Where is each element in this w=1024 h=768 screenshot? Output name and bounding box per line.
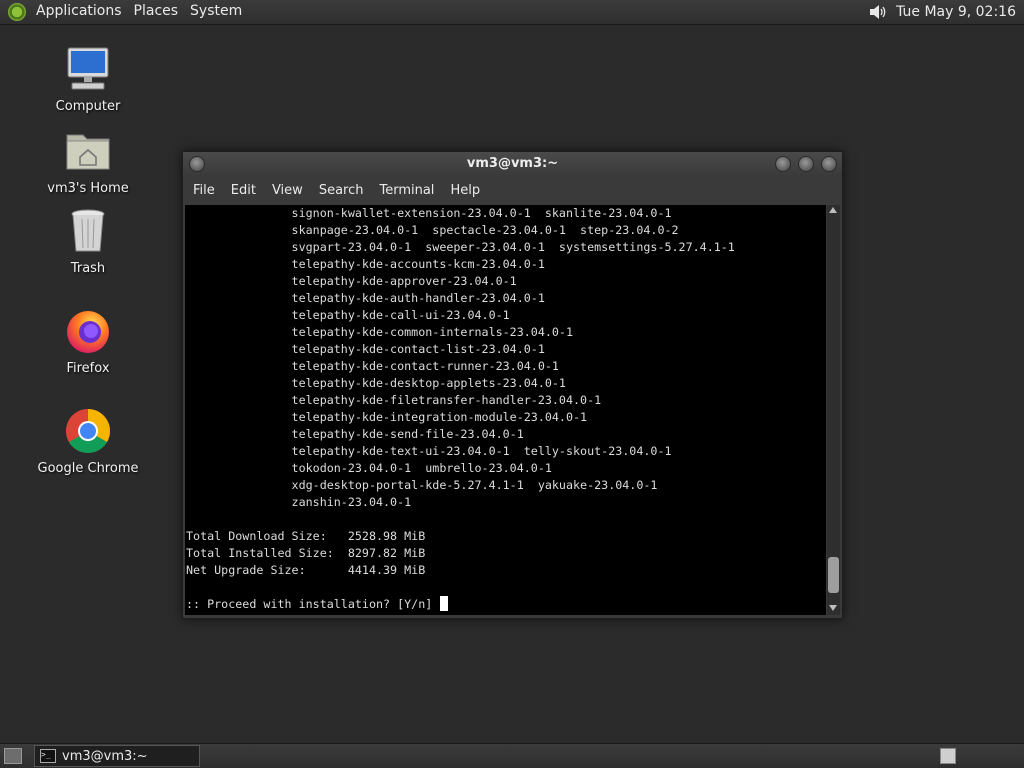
desktop-icon-home[interactable]: vm3's Home	[33, 127, 143, 196]
terminal-line: signon-kwallet-extension-23.04.0-1 skanl…	[186, 206, 672, 220]
menu-search[interactable]: Search	[313, 183, 374, 198]
firefox-icon	[67, 311, 109, 353]
terminal-line: Total Download Size: 2528.98 MiB	[186, 529, 426, 543]
desktop-icon-trash[interactable]: Trash	[33, 207, 143, 276]
menu-system[interactable]: System	[184, 0, 248, 24]
terminal-line: telepathy-kde-filetransfer-handler-23.04…	[186, 393, 602, 407]
terminal-line: xdg-desktop-portal-kde-5.27.4.1-1 yakuak…	[186, 478, 658, 492]
scrollbar-thumb[interactable]	[828, 557, 839, 593]
terminal-icon: >_	[40, 749, 56, 763]
terminal-line: Total Installed Size: 8297.82 MiB	[186, 546, 426, 560]
terminal-line: telepathy-kde-contact-list-23.04.0-1	[186, 342, 545, 356]
menu-places[interactable]: Places	[128, 0, 185, 24]
computer-icon	[67, 47, 109, 90]
home-folder-icon	[66, 134, 110, 170]
terminal-line: telepathy-kde-text-ui-23.04.0-1 telly-sk…	[186, 444, 672, 458]
mate-logo-icon[interactable]	[8, 3, 26, 21]
terminal-prompt: :: Proceed with installation? [Y/n]	[186, 597, 440, 611]
desktop-icon-label: vm3's Home	[47, 181, 129, 196]
terminal-line: zanshin-23.04.0-1	[186, 495, 412, 509]
window-titlebar[interactable]: vm3@vm3:~	[183, 152, 842, 176]
menu-view[interactable]: View	[266, 183, 313, 198]
terminal-prompt-line: :: Proceed with installation? [Y/n]	[186, 596, 735, 613]
taskbar-window-label: vm3@vm3:~	[62, 748, 148, 764]
terminal-line: Net Upgrade Size: 4414.39 MiB	[186, 563, 426, 577]
terminal-line: telepathy-kde-integration-module-23.04.0…	[186, 410, 588, 424]
scroll-up-arrow-icon[interactable]	[829, 207, 837, 213]
speaker-icon[interactable]	[868, 2, 888, 22]
menu-terminal[interactable]: Terminal	[373, 183, 444, 198]
terminal-line: skanpage-23.04.0-1 spectacle-23.04.0-1 s…	[186, 223, 679, 237]
terminal-line: telepathy-kde-contact-runner-23.04.0-1	[186, 359, 559, 373]
minimize-button[interactable]	[775, 156, 791, 172]
top-panel: Applications Places System Tue May 9, 02…	[0, 0, 1024, 25]
terminal-window[interactable]: vm3@vm3:~ File Edit View Search Terminal…	[182, 151, 843, 619]
menu-help[interactable]: Help	[444, 183, 490, 198]
terminal-line: telepathy-kde-call-ui-23.04.0-1	[186, 308, 510, 322]
terminal-menubar: File Edit View Search Terminal Help	[183, 178, 846, 202]
taskbar-window-button[interactable]: >_ vm3@vm3:~	[34, 745, 200, 767]
desktop-icon-computer[interactable]: Computer	[33, 45, 143, 114]
menu-edit[interactable]: Edit	[225, 183, 266, 198]
window-title: vm3@vm3:~	[466, 156, 559, 171]
terminal-output[interactable]: signon-kwallet-extension-23.04.0-1 skanl…	[185, 205, 826, 615]
terminal-line: tokodon-23.04.0-1 umbrello-23.04.0-1	[186, 461, 552, 475]
desktop-icon-label: Computer	[55, 99, 121, 114]
terminal-line: svgpart-23.04.0-1 sweeper-23.04.0-1 syst…	[186, 240, 735, 254]
bottom-panel: >_ vm3@vm3:~	[0, 743, 1024, 768]
clock[interactable]: Tue May 9, 02:16	[896, 4, 1016, 20]
workspace-switcher[interactable]	[940, 748, 956, 764]
terminal-line: telepathy-kde-desktop-applets-23.04.0-1	[186, 376, 566, 390]
trash-icon	[71, 209, 105, 252]
desktop-icon-label: Google Chrome	[37, 461, 139, 476]
show-desktop-icon[interactable]	[4, 748, 22, 764]
terminal-line: telepathy-kde-accounts-kcm-23.04.0-1	[186, 257, 545, 271]
menu-file[interactable]: File	[187, 183, 225, 198]
system-tray: Tue May 9, 02:16	[868, 0, 1016, 24]
close-button[interactable]	[821, 156, 837, 172]
terminal-scrollbar[interactable]	[827, 205, 840, 615]
maximize-button[interactable]	[798, 156, 814, 172]
terminal-line: telepathy-kde-common-internals-23.04.0-1	[186, 325, 574, 339]
menu-applications[interactable]: Applications	[30, 0, 128, 24]
desktop-icon-firefox[interactable]: Firefox	[33, 307, 143, 376]
terminal-line: telepathy-kde-auth-handler-23.04.0-1	[186, 291, 545, 305]
desktop-icon-chrome[interactable]: Google Chrome	[33, 407, 143, 476]
terminal-lines: signon-kwallet-extension-23.04.0-1 skanl…	[186, 205, 735, 613]
desktop-icon-label: Firefox	[66, 361, 110, 376]
text-cursor	[440, 596, 449, 611]
chrome-icon	[66, 409, 110, 453]
desktop-icon-label: Trash	[70, 261, 106, 276]
terminal-line: telepathy-kde-send-file-23.04.0-1	[186, 427, 524, 441]
terminal-line: telepathy-kde-approver-23.04.0-1	[186, 274, 517, 288]
scroll-down-arrow-icon[interactable]	[829, 605, 837, 611]
